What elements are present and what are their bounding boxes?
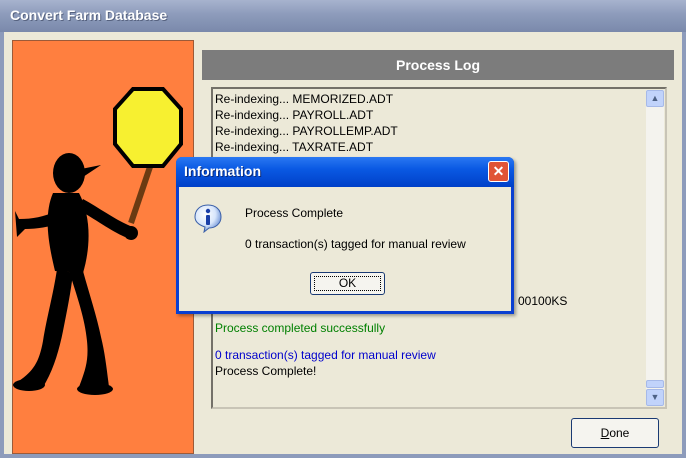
- done-button[interactable]: Done: [571, 418, 659, 448]
- window-frame-left: [0, 32, 4, 458]
- dialog-title: Information: [184, 163, 261, 179]
- window-title: Convert Farm Database: [10, 7, 168, 23]
- done-label-rest: one: [609, 426, 630, 440]
- log-line: Re-indexing... TAXRATE.ADT: [215, 140, 374, 154]
- information-dialog: Information ✕ Process Complete 0 transac…: [176, 157, 514, 314]
- log-line: Re-indexing... MEMORIZED.ADT: [215, 92, 394, 106]
- log-line-complete: Process Complete!: [215, 364, 317, 378]
- log-line-tagged: 0 transaction(s) tagged for manual revie…: [215, 348, 436, 362]
- stick-figure-stop-sign-icon: [13, 87, 183, 395]
- stop-sign-illustration-panel: [12, 40, 194, 454]
- scroll-thumb[interactable]: [646, 380, 664, 388]
- dialog-message: Process Complete: [245, 206, 344, 220]
- scroll-up-icon[interactable]: ▲: [646, 90, 664, 107]
- window-frame-right: [682, 32, 686, 458]
- log-vertical-scrollbar[interactable]: ▲ ▼: [646, 90, 664, 406]
- log-line: Re-indexing... PAYROLL.ADT: [215, 108, 374, 122]
- window-titlebar[interactable]: Convert Farm Database: [0, 0, 686, 32]
- close-icon[interactable]: ✕: [488, 161, 509, 182]
- done-mnemonic: D: [600, 426, 610, 440]
- process-log-header: Process Log: [202, 50, 674, 80]
- dialog-titlebar[interactable]: Information ✕: [176, 157, 514, 187]
- ok-button[interactable]: OK: [310, 272, 385, 295]
- log-line: Re-indexing... PAYROLLEMP.ADT: [215, 124, 398, 138]
- log-line-success: Process completed successfully: [215, 321, 386, 335]
- scroll-down-icon[interactable]: ▼: [646, 389, 664, 406]
- info-icon: [194, 204, 222, 233]
- dialog-detail: 0 transaction(s) tagged for manual revie…: [245, 237, 466, 251]
